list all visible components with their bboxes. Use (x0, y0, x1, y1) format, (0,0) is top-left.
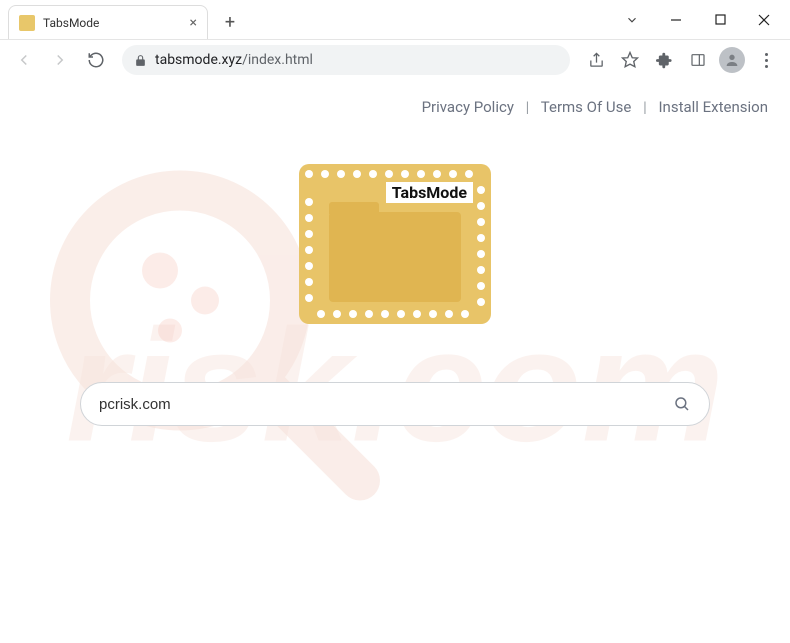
page-content: Privacy Policy | Terms Of Use | Install … (0, 80, 790, 643)
close-tab-icon[interactable]: × (190, 16, 197, 30)
browser-tab[interactable]: TabsMode × (8, 5, 208, 39)
separator: | (643, 98, 647, 116)
privacy-policy-link[interactable]: Privacy Policy (422, 98, 514, 116)
terms-of-use-link[interactable]: Terms Of Use (541, 98, 632, 116)
menu-button[interactable] (750, 44, 782, 76)
browser-title-bar: TabsMode × + (0, 0, 790, 40)
search-icon[interactable] (673, 395, 691, 413)
new-tab-button[interactable]: + (216, 8, 244, 36)
tab-title: TabsMode (43, 16, 99, 30)
side-panel-icon[interactable] (682, 44, 714, 76)
tab-favicon (19, 15, 35, 31)
lock-icon (134, 54, 147, 67)
logo-label: TabsMode (386, 182, 473, 203)
install-extension-link[interactable]: Install Extension (658, 98, 768, 116)
chevron-down-icon[interactable] (610, 4, 654, 36)
address-bar[interactable]: tabsmode.xyz/index.html (122, 45, 570, 75)
extensions-icon[interactable] (648, 44, 680, 76)
header-links: Privacy Policy | Terms Of Use | Install … (0, 80, 790, 116)
search-box[interactable] (80, 382, 710, 426)
minimize-button[interactable] (654, 4, 698, 36)
separator: | (526, 98, 530, 116)
forward-button[interactable] (44, 44, 76, 76)
reload-button[interactable] (80, 44, 112, 76)
window-controls (610, 0, 790, 39)
url-text: tabsmode.xyz/index.html (155, 52, 313, 68)
browser-toolbar: tabsmode.xyz/index.html (0, 40, 790, 80)
logo: TabsMode (299, 164, 491, 324)
star-icon[interactable] (614, 44, 646, 76)
search-input[interactable] (99, 396, 673, 413)
back-button[interactable] (8, 44, 40, 76)
maximize-button[interactable] (698, 4, 742, 36)
share-icon[interactable] (580, 44, 612, 76)
logo-folder-icon (329, 212, 461, 302)
close-window-button[interactable] (742, 4, 786, 36)
profile-avatar[interactable] (716, 44, 748, 76)
